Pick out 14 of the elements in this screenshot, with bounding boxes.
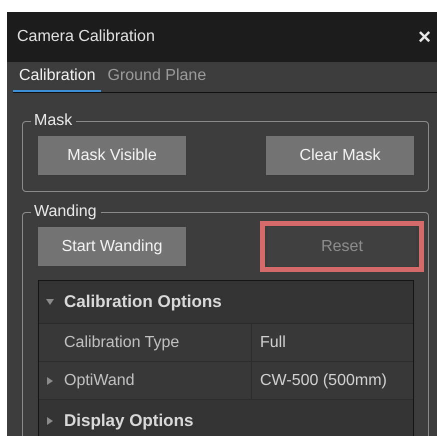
action-button[interactable]: Clear Mask xyxy=(266,136,414,175)
group-title: Wanding xyxy=(31,202,101,222)
property-value[interactable]: Full xyxy=(260,334,286,352)
tab[interactable]: Calibration xyxy=(13,62,102,92)
category-label: Calibration Options xyxy=(64,292,222,312)
property-name: OptiWand xyxy=(64,372,135,390)
action-button[interactable]: Mask Visible xyxy=(38,136,186,175)
close-button[interactable]: × xyxy=(416,26,433,48)
property-value[interactable]: CW-500 (500mm) xyxy=(260,372,387,390)
property-name: Calibration Type xyxy=(64,334,180,352)
window-title: Camera Calibration xyxy=(17,28,155,46)
category-label: Display Options xyxy=(64,411,194,431)
action-button[interactable]: Start Wanding xyxy=(38,227,186,266)
tab[interactable]: Ground Plane xyxy=(101,62,212,92)
